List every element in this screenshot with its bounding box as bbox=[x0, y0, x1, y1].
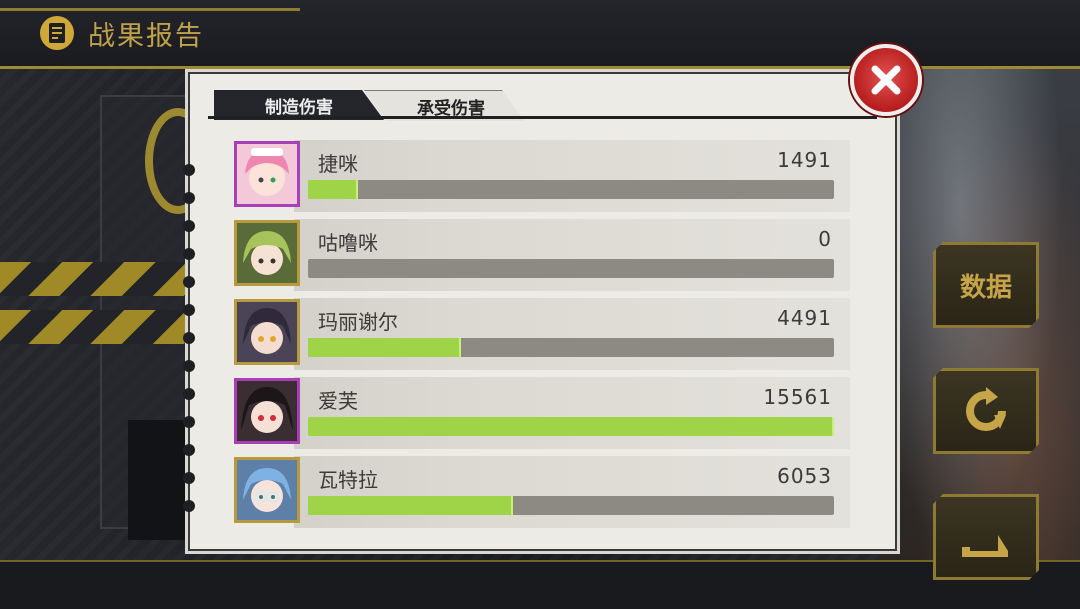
damage-bar bbox=[308, 496, 834, 515]
character-name: 瓦特拉 bbox=[318, 468, 378, 492]
row-background bbox=[294, 140, 850, 212]
character-avatar bbox=[234, 220, 300, 286]
damage-bar bbox=[308, 338, 834, 357]
close-button[interactable] bbox=[850, 44, 922, 116]
damage-value: 1491 bbox=[777, 148, 832, 172]
left-dark-box bbox=[128, 420, 190, 540]
character-name: 捷咪 bbox=[318, 152, 358, 176]
damage-value: 4491 bbox=[777, 306, 832, 330]
hazard-stripe bbox=[0, 262, 200, 296]
list-item: 瓦特拉 6053 bbox=[234, 456, 850, 528]
replay-button[interactable] bbox=[933, 368, 1039, 454]
dialog-notch bbox=[183, 220, 195, 232]
tab-damage-taken-label: 承受伤害 bbox=[417, 98, 485, 119]
dialog-notch bbox=[183, 192, 195, 204]
close-icon bbox=[871, 65, 901, 95]
dialog-notch bbox=[183, 332, 195, 344]
data-button[interactable]: 数据 bbox=[933, 242, 1039, 328]
damage-bar-fill bbox=[308, 496, 514, 515]
next-arrow-icon bbox=[960, 511, 1012, 563]
character-avatar bbox=[234, 141, 300, 207]
character-name: 咕噜咪 bbox=[318, 231, 378, 255]
damage-bar bbox=[308, 259, 834, 278]
dialog-notch bbox=[183, 360, 195, 372]
list-item: 玛丽谢尔 4491 bbox=[234, 298, 850, 370]
damage-bar-fill bbox=[308, 417, 834, 436]
tab-underline bbox=[208, 116, 877, 119]
bottom-bar bbox=[0, 560, 1080, 609]
character-avatar bbox=[234, 378, 300, 444]
damage-report-dialog: 制造伤害 承受伤害 捷咪 1491 咕噜咪 0 玛丽谢尔 4491 爱芙 155… bbox=[183, 72, 897, 551]
damage-value: 6053 bbox=[777, 464, 832, 488]
dialog-notch bbox=[183, 276, 195, 288]
header-bar: 战果报告 bbox=[0, 0, 1080, 69]
dialog-notch bbox=[183, 164, 195, 176]
dialog-notch bbox=[183, 388, 195, 400]
damage-bar-fill bbox=[308, 338, 461, 357]
damage-bar bbox=[308, 417, 834, 436]
dialog-notch bbox=[183, 304, 195, 316]
dialog-notch bbox=[183, 416, 195, 428]
character-name: 玛丽谢尔 bbox=[318, 310, 398, 334]
dialog-notch bbox=[183, 500, 195, 512]
character-avatar bbox=[234, 457, 300, 523]
damage-value: 0 bbox=[818, 227, 832, 251]
list-item: 爱芙 15561 bbox=[234, 377, 850, 449]
replay-icon bbox=[960, 385, 1012, 437]
tab-damage-dealt-label: 制造伤害 bbox=[265, 97, 333, 118]
character-name: 爱芙 bbox=[318, 389, 358, 413]
dialog-notch bbox=[183, 472, 195, 484]
dialog-notch bbox=[183, 248, 195, 260]
hazard-stripe bbox=[0, 310, 200, 344]
damage-bar-fill bbox=[308, 180, 358, 199]
report-icon bbox=[40, 16, 74, 50]
next-button[interactable] bbox=[933, 494, 1039, 580]
list-item: 捷咪 1491 bbox=[234, 140, 850, 212]
dialog-notch bbox=[183, 444, 195, 456]
data-button-label: 数据 bbox=[959, 272, 1012, 303]
character-avatar bbox=[234, 299, 300, 365]
header-accent-line bbox=[0, 8, 300, 11]
damage-bar bbox=[308, 180, 834, 199]
list-item: 咕噜咪 0 bbox=[234, 219, 850, 291]
damage-value: 15561 bbox=[763, 385, 832, 409]
page-title: 战果报告 bbox=[88, 21, 204, 52]
